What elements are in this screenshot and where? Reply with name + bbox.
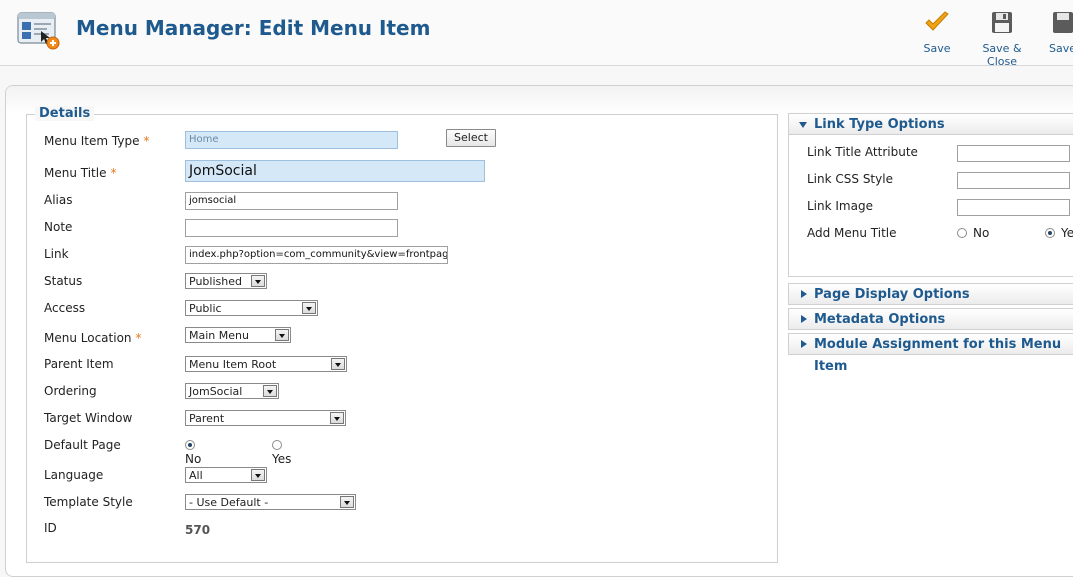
link-css-style-input[interactable] [957,172,1070,189]
menu-location-label: Menu Location * [44,331,142,345]
metadata-options-header[interactable]: Metadata Options [788,308,1073,330]
menu-item-type-label: Menu Item Type * [44,134,150,148]
parent-item-select[interactable]: Menu Item Root [185,356,347,372]
save-close-label: Save & Close [982,42,1022,68]
template-style-label: Template Style [44,495,133,509]
page-display-options-title: Page Display Options [814,287,970,302]
collapsed-arrow-icon [801,340,807,348]
add-menu-title-label: Add Menu Title [807,226,897,240]
link-type-options-header[interactable]: Link Type Options [788,113,1073,135]
id-value: 570 [185,523,211,537]
menu-item-type-field: Home [185,131,398,149]
save-label: Save [923,42,951,55]
collapsed-arrow-icon [801,290,807,298]
link-label: Link [44,247,69,261]
page-display-options-header[interactable]: Page Display Options [788,283,1073,305]
link-input[interactable]: index.php?option=com_community&view=fron… [185,246,448,264]
access-label: Access [44,301,86,315]
menu-title-input[interactable]: JomSocial [185,160,485,182]
note-label: Note [44,220,73,234]
default-page-no[interactable]: No [185,438,201,466]
chevron-down-icon [251,469,265,481]
collapsed-arrow-icon [801,315,807,323]
options-panel: Link Type Options Link Title Attribute L… [788,113,1073,374]
expanded-arrow-icon [799,122,807,128]
add-menu-title-yes[interactable]: Ye [1045,226,1073,240]
link-css-style-label: Link CSS Style [807,172,893,186]
parent-item-label: Parent Item [44,357,114,371]
link-type-options-body: Link Title Attribute Link CSS Style Link… [788,135,1073,277]
details-legend: Details [35,106,95,121]
menu-location-select[interactable]: Main Menu [185,327,291,343]
ordering-label: Ordering [44,384,97,398]
toolbar-header: Menu Manager: Edit Menu Item Save Save &… [0,0,1073,68]
default-page-label: Default Page [44,438,121,452]
alias-input[interactable]: jomsocial [185,192,398,210]
ordering-select[interactable]: JomSocial [185,383,279,399]
chevron-down-icon [302,302,316,314]
chevron-down-icon [263,385,277,397]
access-select[interactable]: Public [185,300,318,316]
link-title-attribute-label: Link Title Attribute [807,145,918,159]
target-window-select[interactable]: Parent [185,410,346,426]
radio-selected-icon[interactable] [1045,228,1055,238]
target-window-label: Target Window [44,411,133,425]
module-assignment-header[interactable]: Module Assignment for this Menu Item [788,333,1073,374]
chevron-down-icon [331,358,345,370]
chevron-down-icon [340,496,354,508]
chevron-down-icon [275,329,289,341]
chevron-down-icon [330,412,344,424]
alias-label: Alias [44,193,73,207]
select-button[interactable]: Select [446,129,496,147]
radio-unselected-icon[interactable] [957,228,967,238]
floppy-disk-icon [992,12,1012,33]
language-select[interactable]: All [185,467,267,483]
save-new-button[interactable]: Save [1049,10,1073,55]
link-type-options-title: Link Type Options [814,117,945,132]
language-label: Language [44,468,104,482]
chevron-down-icon [251,275,265,287]
checkmark-icon [925,11,949,31]
add-menu-title-no[interactable]: No [957,226,989,240]
radio-unselected-icon[interactable] [272,440,282,450]
template-style-select[interactable]: - Use Default - [185,494,356,510]
link-image-label: Link Image [807,199,873,213]
main-panel-top [6,86,1073,114]
note-input[interactable] [185,219,398,237]
page-title: Menu Manager: Edit Menu Item [76,16,431,40]
menu-title-label: Menu Title * [44,166,117,180]
link-title-attribute-input[interactable] [957,145,1070,162]
save-new-label: Save [1049,42,1073,55]
save-close-button[interactable]: Save & Close [966,10,1038,68]
save-button[interactable]: Save [922,10,952,55]
status-select[interactable]: Published [185,273,267,289]
default-page-yes[interactable]: Yes [272,438,291,466]
save-new-icon [1053,12,1073,33]
metadata-options-title: Metadata Options [814,312,946,327]
radio-selected-icon[interactable] [185,440,195,450]
menu-manager-icon [17,12,60,50]
status-label: Status [44,274,83,288]
id-label: ID [44,521,57,535]
link-image-input[interactable] [957,199,1070,216]
